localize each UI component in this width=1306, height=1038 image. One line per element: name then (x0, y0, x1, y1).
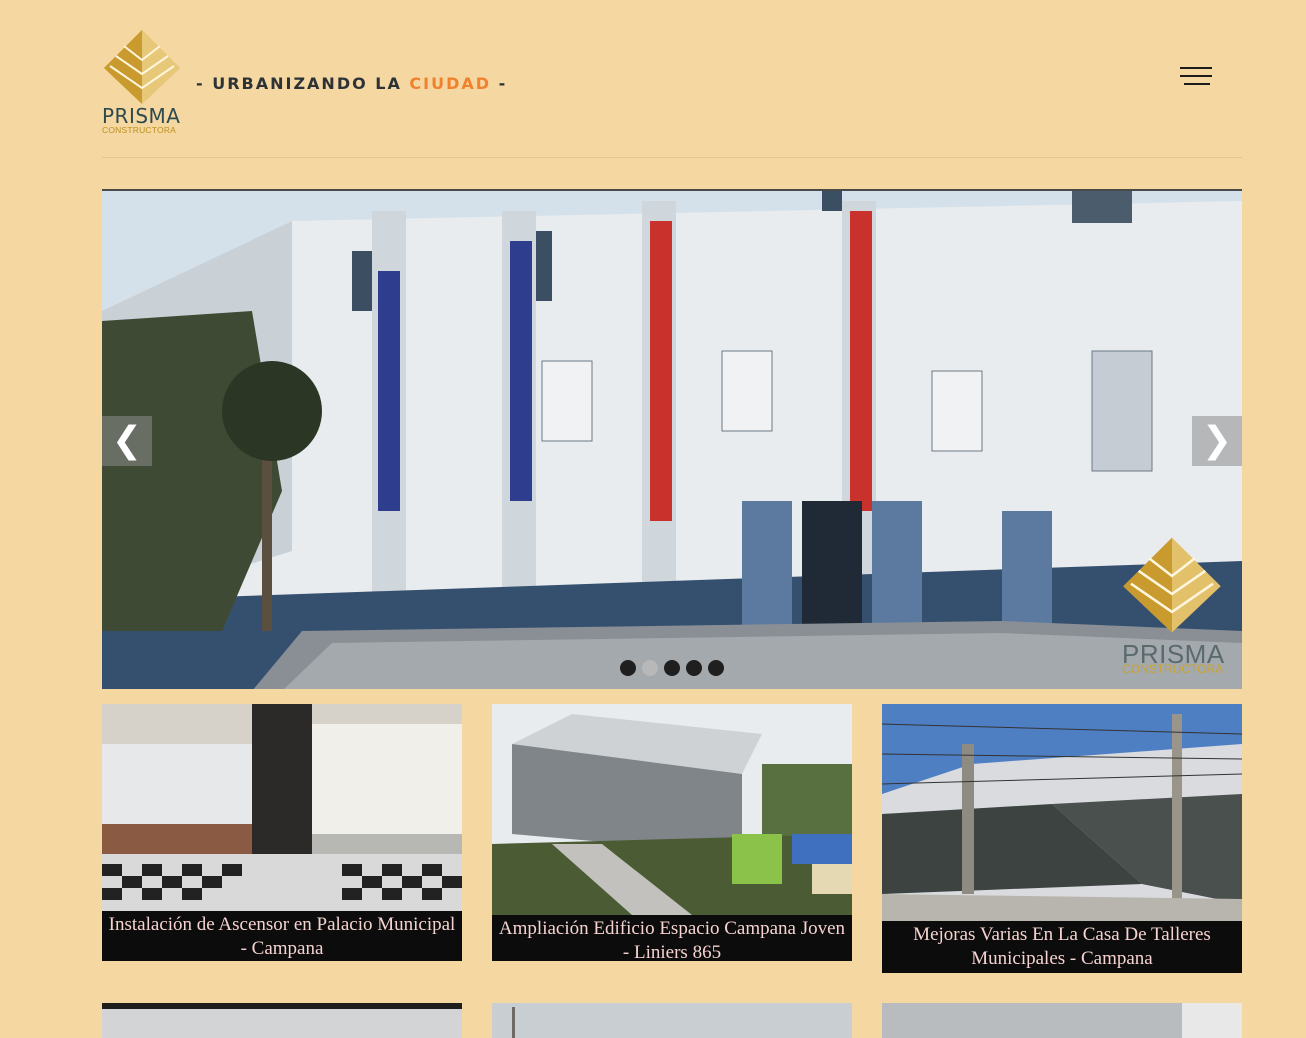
project-image (882, 704, 1242, 921)
slider-dot[interactable] (664, 660, 680, 676)
tagline-prefix: - URBANIZANDO LA (196, 74, 410, 93)
project-image (492, 704, 852, 915)
project-caption: Mejoras Varias En La Casa De Talleres Mu… (882, 921, 1242, 973)
slider-pagination (620, 660, 724, 676)
project-image (102, 1003, 462, 1038)
hamburger-icon[interactable] (1178, 65, 1214, 87)
project-image (882, 1003, 1242, 1038)
menu-line (1180, 75, 1212, 77)
slider-dot[interactable] (620, 660, 636, 676)
project-card[interactable]: Ampliación Edificio Espacio Campana Jove… (492, 704, 852, 961)
slider-prev-button[interactable]: ❮ (102, 416, 152, 466)
slider-dot[interactable] (708, 660, 724, 676)
watermark-subtitle: CONSTRUCTORA (1122, 662, 1224, 676)
menu-line (1180, 67, 1212, 69)
project-card[interactable]: Instalación de Ascensor en Palacio Munic… (102, 704, 462, 961)
project-card[interactable]: Mejoras Varias En La Casa De Talleres Mu… (882, 704, 1242, 973)
slider-next-button[interactable]: ❯ (1192, 416, 1242, 466)
slider-dot-active[interactable] (642, 660, 658, 676)
project-card[interactable] (882, 1003, 1242, 1038)
site-tagline: - URBANIZANDO LA CIUDAD - (196, 74, 507, 93)
prisma-logo[interactable]: PRISMA CONSTRUCTORA (102, 28, 184, 136)
tagline-accent: CIUDAD (409, 74, 492, 93)
slider-dot[interactable] (686, 660, 702, 676)
project-image (492, 1003, 852, 1038)
pyramid-logo-icon (104, 30, 180, 104)
logo-wordmark: PRISMA (102, 104, 181, 128)
project-image (102, 704, 462, 911)
project-caption: Instalación de Ascensor en Palacio Munic… (102, 911, 462, 961)
menu-line (1184, 83, 1210, 85)
slide-image (102, 191, 1242, 689)
pyramid-watermark-icon (1123, 537, 1221, 633)
slide-watermark: PRISMA CONSTRUCTORA (1120, 535, 1232, 675)
hero-slider[interactable]: ❮ ❯ PRISMA CONSTRUCTORA (102, 189, 1242, 689)
project-caption: Ampliación Edificio Espacio Campana Jove… (492, 915, 852, 961)
header-divider (102, 157, 1242, 158)
project-card[interactable] (492, 1003, 852, 1038)
logo-subtitle: CONSTRUCTORA (102, 125, 177, 135)
project-card[interactable] (102, 1003, 462, 1038)
tagline-suffix: - (491, 74, 508, 93)
